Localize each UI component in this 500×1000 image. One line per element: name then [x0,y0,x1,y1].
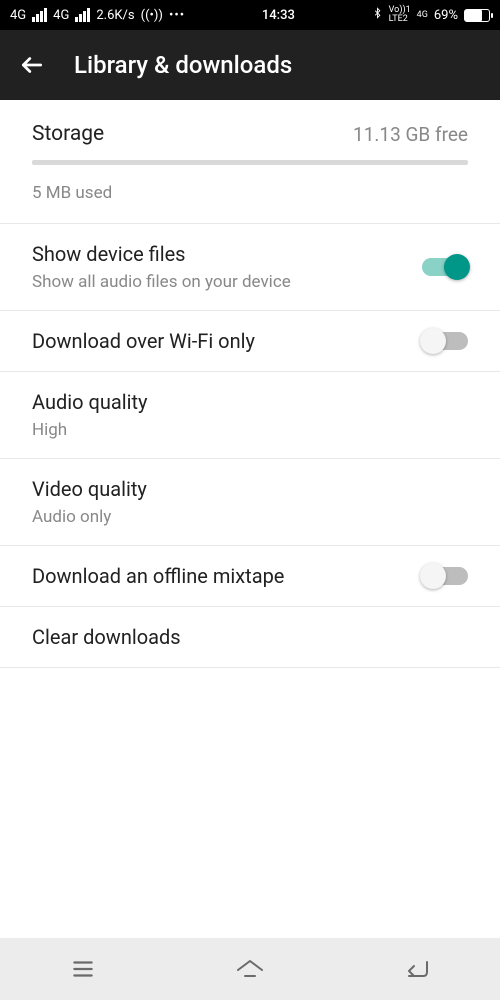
signal-icon-2 [75,8,90,22]
network-speed: 2.6K/s [96,8,134,23]
setting-sub: High [32,420,468,440]
bluetooth-icon [372,6,383,24]
storage-title: Storage [32,122,104,146]
toggle-wifi-only[interactable] [422,332,468,350]
network-label-1: 4G [10,8,26,23]
battery-percent: 69% [434,8,458,23]
setting-clear-downloads[interactable]: Clear downloads [0,607,500,668]
setting-title: Download over Wi-Fi only [32,329,406,353]
volte-label: Vo))1 LTE2 [389,6,411,24]
toggle-offline-mixtape[interactable] [422,567,468,585]
setting-title: Video quality [32,477,468,501]
setting-title: Clear downloads [32,625,468,649]
battery-icon [464,9,490,22]
storage-used: 5 MB used [32,183,468,203]
recent-apps-button[interactable] [63,949,103,989]
clock: 14:33 [262,8,295,23]
setting-sub: Show all audio files on your device [32,272,406,292]
setting-show-device-files[interactable]: Show device files Show all audio files o… [0,224,500,311]
back-nav-button[interactable] [397,949,437,989]
status-bar: 4G 4G 2.6K/s ((•)) ••• 14:33 Vo))1 LTE2 … [0,0,500,30]
more-icon: ••• [169,8,185,23]
system-nav-bar [0,938,500,1000]
storage-bar [32,160,468,165]
back-button[interactable] [18,51,46,79]
storage-section[interactable]: Storage 11.13 GB free 5 MB used [0,100,500,224]
setting-title: Show device files [32,242,406,266]
toggle-show-device-files[interactable] [422,258,468,276]
setting-sub: Audio only [32,507,468,527]
hotspot-icon: ((•)) [141,8,163,23]
storage-free: 11.13 GB free [353,123,468,146]
home-button[interactable] [230,949,270,989]
setting-title: Download an offline mixtape [32,564,406,588]
setting-title: Audio quality [32,390,468,414]
signal-icon-1 [32,8,47,22]
settings-list: Storage 11.13 GB free 5 MB used Show dev… [0,100,500,668]
network-label-2: 4G [53,8,69,23]
setting-wifi-only[interactable]: Download over Wi-Fi only [0,311,500,372]
page-title: Library & downloads [74,51,292,79]
setting-offline-mixtape[interactable]: Download an offline mixtape [0,546,500,607]
setting-video-quality[interactable]: Video quality Audio only [0,459,500,546]
network-right: 4G [417,11,428,20]
app-bar: Library & downloads [0,30,500,100]
setting-audio-quality[interactable]: Audio quality High [0,372,500,459]
